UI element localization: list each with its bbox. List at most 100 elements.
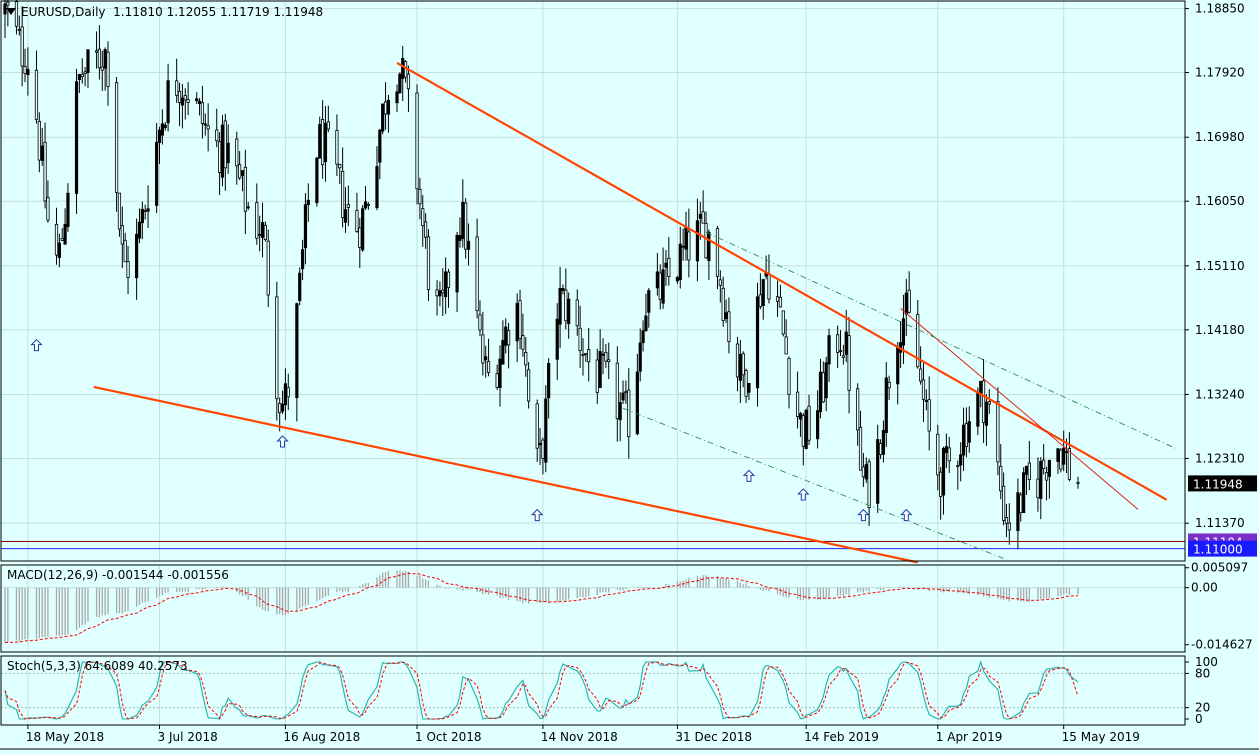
candle-body[interactable] xyxy=(798,413,803,420)
candle-body[interactable] xyxy=(146,208,150,212)
candle-body[interactable] xyxy=(421,208,425,227)
candle-body[interactable] xyxy=(778,296,783,308)
candle-body[interactable] xyxy=(275,296,279,400)
candle-body[interactable] xyxy=(455,234,459,293)
candle-body[interactable] xyxy=(604,352,608,362)
candle-body[interactable] xyxy=(137,221,142,239)
candle-body[interactable] xyxy=(74,81,79,194)
candle-body[interactable] xyxy=(618,402,622,421)
candle-body[interactable] xyxy=(781,310,785,335)
candle-body[interactable] xyxy=(298,272,302,301)
candle-body[interactable] xyxy=(40,145,44,161)
candle-body[interactable] xyxy=(747,382,751,393)
candle-body[interactable] xyxy=(444,271,448,298)
candle-body[interactable] xyxy=(844,331,848,355)
candle-body[interactable] xyxy=(1056,448,1060,462)
candle-body[interactable] xyxy=(426,236,431,291)
candle-body[interactable] xyxy=(941,447,946,496)
candle-body[interactable] xyxy=(498,358,502,388)
candle-body[interactable] xyxy=(961,424,966,456)
candle-body[interactable] xyxy=(1027,462,1031,480)
candle-body[interactable] xyxy=(23,65,27,74)
candle-body[interactable] xyxy=(506,330,511,346)
candle-body[interactable] xyxy=(887,381,891,389)
candle-body[interactable] xyxy=(964,423,969,447)
candle-body[interactable] xyxy=(306,199,310,206)
candle-body[interactable] xyxy=(180,97,185,106)
candle-body[interactable] xyxy=(1076,481,1080,484)
candle-body[interactable] xyxy=(321,119,325,166)
candle-body[interactable] xyxy=(984,401,989,426)
candle-body[interactable] xyxy=(861,466,865,478)
candle-body[interactable] xyxy=(140,208,144,224)
candle-body[interactable] xyxy=(446,271,451,288)
candle-body[interactable] xyxy=(240,170,245,176)
candle-body[interactable] xyxy=(775,296,780,302)
candle-body[interactable] xyxy=(979,381,983,394)
candle-body[interactable] xyxy=(1064,451,1069,454)
candle-body[interactable] xyxy=(215,129,219,142)
candle-body[interactable] xyxy=(664,262,668,268)
candle-body[interactable] xyxy=(1024,465,1029,475)
candle-body[interactable] xyxy=(255,202,259,239)
candle-body[interactable] xyxy=(787,358,791,395)
candle-body[interactable] xyxy=(160,123,164,136)
candle-body[interactable] xyxy=(266,240,270,296)
candle-body[interactable] xyxy=(358,227,362,248)
candle-body[interactable] xyxy=(481,334,485,364)
candle-body[interactable] xyxy=(283,383,288,406)
candle-body[interactable] xyxy=(816,410,820,440)
candle-body[interactable] xyxy=(54,223,59,256)
candle-body[interactable] xyxy=(581,354,585,357)
candle-body[interactable] xyxy=(300,249,305,270)
candle-body[interactable] xyxy=(34,69,39,120)
candle-body[interactable] xyxy=(807,405,811,441)
candle-body[interactable] xyxy=(987,401,991,405)
candle-body[interactable] xyxy=(684,226,688,250)
candle-body[interactable] xyxy=(295,303,299,399)
candle-body[interactable] xyxy=(856,388,860,431)
candle-body[interactable] xyxy=(921,379,926,400)
candle-body[interactable] xyxy=(544,398,548,463)
candle-body[interactable] xyxy=(318,124,322,159)
dropdown-triangle-icon[interactable] xyxy=(6,8,16,15)
candle-body[interactable] xyxy=(967,421,971,443)
candle-body[interactable] xyxy=(1067,448,1072,480)
candle-body[interactable] xyxy=(715,228,720,277)
candle-body[interactable] xyxy=(378,129,382,163)
candle-body[interactable] xyxy=(17,29,21,31)
candle-body[interactable] xyxy=(280,403,285,412)
candle-body[interactable] xyxy=(1036,478,1040,499)
candle-body[interactable] xyxy=(838,350,843,353)
candle-body[interactable] xyxy=(183,95,187,101)
candle-body[interactable] xyxy=(598,350,602,388)
candle-body[interactable] xyxy=(246,206,250,209)
candle-body[interactable] xyxy=(195,98,199,102)
candle-body[interactable] xyxy=(386,99,391,115)
candle-body[interactable] xyxy=(904,292,908,315)
candle-body[interactable] xyxy=(206,125,210,130)
candle-body[interactable] xyxy=(155,141,159,206)
candle-body[interactable] xyxy=(424,221,428,238)
candle-body[interactable] xyxy=(126,261,130,278)
candle-body[interactable] xyxy=(143,210,147,212)
candle-body[interactable] xyxy=(114,82,119,193)
candle-body[interactable] xyxy=(117,192,122,230)
candle-body[interactable] xyxy=(675,277,680,282)
candle-body[interactable] xyxy=(217,141,222,173)
candle-body[interactable] xyxy=(1062,447,1066,465)
candle-body[interactable] xyxy=(564,289,568,322)
candle-body[interactable] xyxy=(584,353,588,355)
candle-body[interactable] xyxy=(795,391,800,417)
candle-body[interactable] xyxy=(944,446,948,453)
candle-body[interactable] xyxy=(355,209,359,232)
candle-body[interactable] xyxy=(495,373,499,388)
candle-body[interactable] xyxy=(864,464,868,480)
candle-body[interactable] xyxy=(678,243,682,281)
candle-body[interactable] xyxy=(784,336,788,355)
candle-body[interactable] xyxy=(63,223,67,245)
candle-body[interactable] xyxy=(1059,449,1063,470)
candle-body[interactable] xyxy=(341,170,345,219)
candle-body[interactable] xyxy=(658,272,662,300)
candle-body[interactable] xyxy=(120,225,124,245)
